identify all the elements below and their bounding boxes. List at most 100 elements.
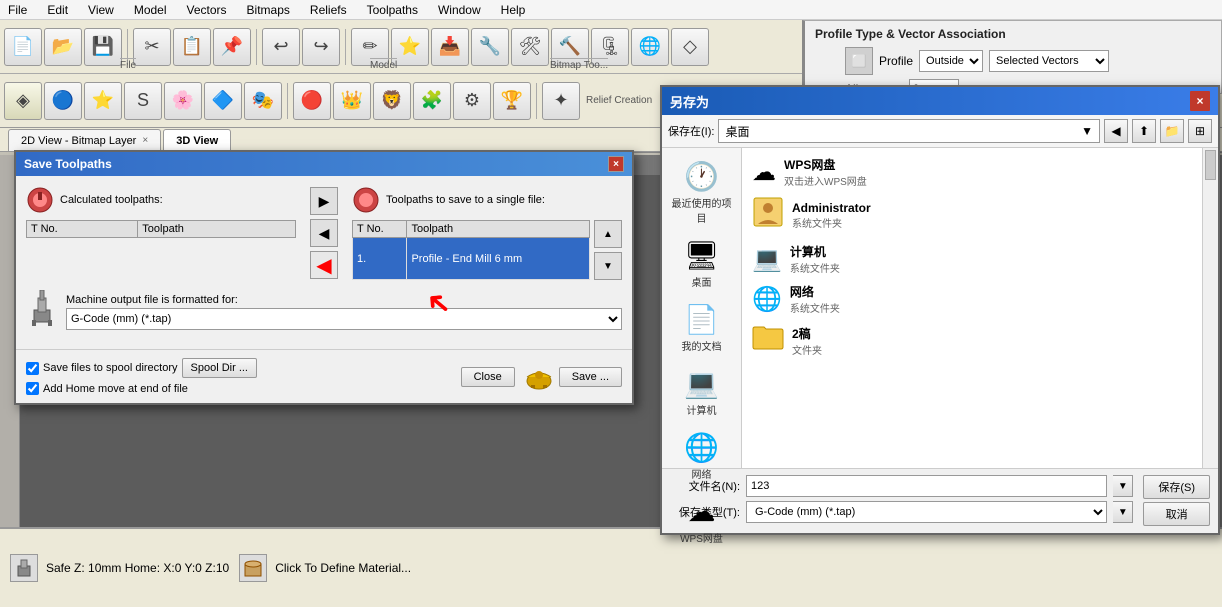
filename-dropdown[interactable]: ▼ (1113, 475, 1133, 497)
relief-btn-11[interactable]: 🧩 (413, 82, 451, 120)
list-item[interactable]: 🌐 网络 系统文件夹 (746, 279, 1198, 319)
close-btn[interactable]: Close (461, 367, 515, 387)
move-left-btn[interactable]: ◀ (310, 219, 338, 247)
machine-section: Machine output file is formatted for: G-… (26, 290, 622, 333)
nav-view-btn[interactable]: ⊞ (1188, 119, 1212, 143)
list-item[interactable]: 2稿 文件夹 (746, 319, 1198, 362)
menu-vectors[interactable]: Vectors (183, 1, 231, 19)
toolbar-tool5[interactable]: 🌐 (631, 28, 669, 66)
tab-2d-view[interactable]: 2D View - Bitmap Layer × (8, 129, 161, 151)
sidebar-documents[interactable]: 📄 我的文档 (666, 299, 737, 357)
toolbar-paste[interactable]: 📌 (213, 28, 251, 66)
sidebar-recent[interactable]: 🕐 最近使用的项目 (666, 156, 737, 229)
menu-view[interactable]: View (84, 1, 118, 19)
menu-toolpaths[interactable]: Toolpaths (363, 1, 422, 19)
move-down-btn[interactable]: ▼ (594, 252, 622, 280)
vector-dropdown[interactable]: Selected Vectors All Vectors (989, 50, 1109, 72)
move-up-btn[interactable]: ▲ (594, 220, 622, 248)
toolbar-import[interactable]: 📥 (431, 28, 469, 66)
menu-model[interactable]: Model (130, 1, 171, 19)
relief-creation-label: Relief Creation (586, 95, 652, 106)
to-save-table[interactable]: T No. Toolpath 1. Profile - End Mill 6 m… (352, 220, 590, 280)
nav-new-folder-btn[interactable]: 📁 (1160, 119, 1184, 143)
profile-dropdown[interactable]: Outside Inside On (919, 50, 983, 72)
home-checkbox[interactable] (26, 382, 39, 395)
home-checkbox-row: Add Home move at end of file (26, 382, 257, 395)
filesave-dialog: 另存为 × 保存在(I): 桌面 ▼ ◀ ⬆ 📁 ⊞ 🕐 最近使用的项目 🖥 桌… (660, 85, 1220, 535)
separator-r1 (287, 83, 288, 119)
filesave-file-list[interactable]: ☁ WPS网盘 双击进入WPS网盘 Administrator 系统文件夹 (742, 148, 1202, 468)
location-combo[interactable]: 桌面 ▼ (718, 119, 1100, 143)
machine-select[interactable]: G-Code (mm) (*.tap) G-Code (inch) (*.tap… (66, 308, 622, 330)
table-row[interactable]: 1. Profile - End Mill 6 mm (353, 238, 590, 280)
col-tno-left: T No. (27, 221, 138, 238)
relief-btn-4[interactable]: S (124, 82, 162, 120)
nav-up-btn[interactable]: ⬆ (1132, 119, 1156, 143)
toolbar-copy[interactable]: 📋 (173, 28, 211, 66)
menu-bitmaps[interactable]: Bitmaps (243, 1, 294, 19)
material-label: Click To Define Material... (275, 561, 411, 575)
toolbar-cut[interactable]: ✂ (133, 28, 171, 66)
menu-reliefs[interactable]: Reliefs (306, 1, 351, 19)
toolbar-undo[interactable]: ↩ (262, 28, 300, 66)
spool-checkbox[interactable] (26, 362, 39, 375)
toolbar-tool2[interactable]: 🛠 (511, 28, 549, 66)
relief-btn-3[interactable]: ⭐ (84, 82, 122, 120)
nav-back-btn[interactable]: ◀ (1104, 119, 1128, 143)
save-btn[interactable]: Save ... (559, 367, 622, 387)
scrollbar-thumb[interactable] (1205, 150, 1216, 180)
relief-btn-12[interactable]: ⚙ (453, 82, 491, 120)
filetype-label: 保存类型(T): (670, 504, 740, 520)
relief-btn-1[interactable]: ◈ (4, 82, 42, 120)
toolbar-save[interactable]: 💾 (84, 28, 122, 66)
relief-btn-7[interactable]: 🎭 (244, 82, 282, 120)
relief-editing-1[interactable]: ✦ (542, 82, 580, 120)
list-item[interactable]: Administrator 系统文件夹 (746, 192, 1198, 239)
relief-btn-9[interactable]: 👑 (333, 82, 371, 120)
save-icon (523, 361, 555, 393)
move-right-btn[interactable]: ▶ (310, 187, 338, 215)
sidebar-desktop[interactable]: 🖥 桌面 (666, 235, 737, 293)
filetype-dropdown[interactable]: ▼ (1113, 501, 1133, 523)
tab-2d-close[interactable]: × (142, 135, 148, 146)
footer-action-btns: Close Save ... (461, 361, 622, 393)
move-left-red-btn[interactable]: ◀ (310, 251, 338, 279)
menu-edit[interactable]: Edit (43, 1, 72, 19)
toolbar-tool6[interactable]: ◇ (671, 28, 709, 66)
filesave-save-btn[interactable]: 保存(S) (1143, 475, 1210, 499)
save-area: Save ... (523, 361, 622, 393)
toolbar-open[interactable]: 📂 (44, 28, 82, 66)
tab-3d-view[interactable]: 3D View (163, 129, 231, 151)
relief-btn-8[interactable]: 🔴 (293, 82, 331, 120)
to-save-content: T No. Toolpath 1. Profile - End Mill 6 m… (352, 220, 622, 280)
save-toolpaths-close-btn[interactable]: × (608, 156, 624, 172)
menu-file[interactable]: File (4, 1, 31, 19)
recent-label: 最近使用的项目 (670, 195, 733, 225)
location-value: 桌面 (725, 123, 749, 140)
relief-btn-2[interactable]: 🔵 (44, 82, 82, 120)
filesave-cancel-btn[interactable]: 取消 (1143, 502, 1210, 526)
relief-btn-5[interactable]: 🌸 (164, 82, 202, 120)
material-item[interactable]: Click To Define Material... (239, 554, 411, 582)
save-toolpaths-title-bar[interactable]: Save Toolpaths × (16, 152, 632, 176)
sidebar-computer[interactable]: 💻 计算机 (666, 363, 737, 421)
list-item[interactable]: 💻 计算机 系统文件夹 (746, 239, 1198, 279)
relief-btn-13[interactable]: 🏆 (493, 82, 531, 120)
relief-btn-10[interactable]: 🦁 (373, 82, 411, 120)
filesave-scrollbar[interactable] (1202, 148, 1218, 468)
filesave-title-bar[interactable]: 另存为 × (662, 87, 1218, 115)
toolbar-new[interactable]: 📄 (4, 28, 42, 66)
separator-3 (345, 29, 346, 65)
toolbar-redo[interactable]: ↪ (302, 28, 340, 66)
calculated-label: Calculated toolpaths: (60, 194, 163, 206)
filename-input[interactable] (746, 475, 1107, 497)
spool-dir-btn[interactable]: Spool Dir ... (182, 358, 257, 378)
list-item[interactable]: ☁ WPS网盘 双击进入WPS网盘 (746, 152, 1198, 192)
relief-btn-6[interactable]: 🔷 (204, 82, 242, 120)
toolbar-tool1[interactable]: 🔧 (471, 28, 509, 66)
menu-window[interactable]: Window (434, 1, 485, 19)
filetype-select[interactable]: G-Code (mm) (*.tap) (746, 501, 1107, 523)
calculated-header: Calculated toolpaths: (26, 186, 296, 214)
filesave-close-btn[interactable]: × (1190, 91, 1210, 111)
menu-help[interactable]: Help (497, 1, 530, 19)
